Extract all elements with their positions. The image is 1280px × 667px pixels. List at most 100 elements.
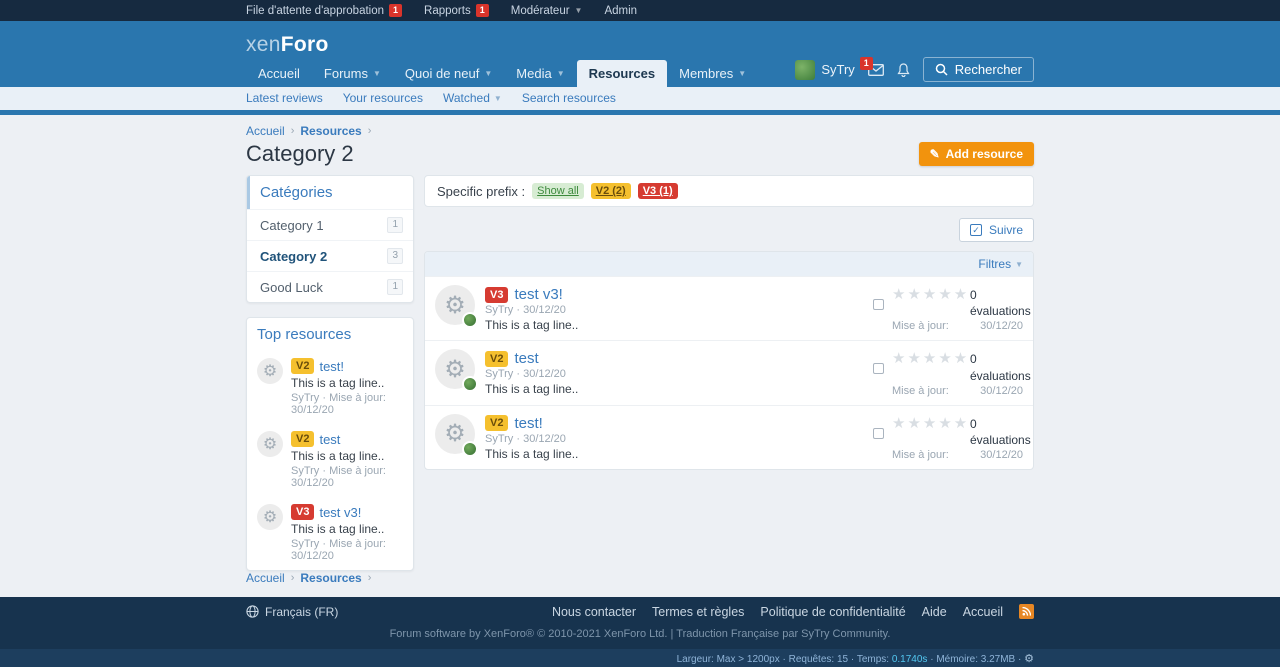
- top-resource-link[interactable]: test!: [319, 359, 344, 374]
- row-checkbox[interactable]: [873, 363, 884, 374]
- admin-label: Admin: [604, 5, 637, 17]
- admin-bar: File d'attente d'approbation 1 Rapports …: [0, 0, 1280, 21]
- updated-label: Mise à jour:: [892, 385, 949, 397]
- breadcrumb-separator: ›: [368, 125, 372, 137]
- prefix-badge-v2: V2: [485, 351, 508, 367]
- footer-link-privacy[interactable]: Politique de confidentialité: [760, 605, 905, 619]
- updated-label: Mise à jour:: [892, 320, 949, 332]
- gear-icon[interactable]: ⚙: [1024, 653, 1034, 665]
- row-checkbox[interactable]: [873, 428, 884, 439]
- breadcrumb: Accueil › Resources ›: [246, 124, 1034, 138]
- resource-list: Filtres ▼ ⚙ V3: [424, 251, 1034, 470]
- chevron-down-icon: ▼: [557, 69, 565, 78]
- prefix-filter-v2[interactable]: V2 (2): [591, 183, 631, 199]
- username: SyTry: [821, 62, 854, 77]
- subnav-search-resources[interactable]: Search resources: [522, 91, 616, 105]
- inbox-badge: 1: [860, 57, 873, 70]
- tab-whats-new[interactable]: Quoi de neuf▼: [393, 60, 504, 87]
- count-badge: 1: [387, 279, 403, 295]
- add-resource-button[interactable]: ✎ Add resource: [919, 142, 1034, 166]
- tab-members[interactable]: Membres▼: [667, 60, 758, 87]
- categories-header: Catégories: [247, 176, 413, 209]
- top-resource-meta: SyTry · Mise à jour: 30/12/20: [291, 538, 403, 562]
- top-resource-tagline: This is a tag line..: [291, 449, 403, 463]
- footer-link-terms[interactable]: Termes et règles: [652, 605, 744, 619]
- resource-stats: ★★★★★ 0 évaluations Mise à jour: 30/12/2…: [873, 414, 1023, 461]
- prefix-badge-v2: V2: [291, 431, 314, 447]
- moderator-menu[interactable]: Modérateur ▼: [511, 5, 583, 17]
- top-resource-link[interactable]: test v3!: [319, 505, 361, 520]
- review-count: 0 évaluations: [970, 287, 1022, 319]
- row-checkbox[interactable]: [873, 299, 884, 310]
- inbox-button[interactable]: 1: [868, 64, 884, 76]
- xenforo-logo[interactable]: xenForo: [246, 33, 329, 57]
- breadcrumb-resources[interactable]: Resources: [300, 124, 361, 138]
- sidebar-item-category-2[interactable]: Category 2 3: [247, 240, 413, 271]
- subnav-watched[interactable]: Watched▼: [443, 91, 502, 105]
- resource-title-link[interactable]: test!: [514, 415, 542, 432]
- alerts-button[interactable]: [897, 63, 910, 77]
- breadcrumb-home[interactable]: Accueil: [246, 571, 285, 585]
- page-title: Category 2: [246, 141, 354, 167]
- rss-icon: [1022, 607, 1031, 616]
- footer-link-contact[interactable]: Nous contacter: [552, 605, 636, 619]
- follow-button[interactable]: ✓ Suivre: [959, 218, 1034, 242]
- account-menu[interactable]: SyTry: [795, 60, 854, 80]
- breadcrumb-resources[interactable]: Resources: [300, 571, 361, 585]
- prefix-badge-v3: V3: [291, 504, 314, 520]
- resource-icon[interactable]: ⚙: [435, 349, 475, 389]
- filters-menu[interactable]: Filtres ▼: [978, 257, 1023, 271]
- tab-home[interactable]: Accueil: [246, 60, 312, 87]
- resource-row: ⚙ V2 test SyTry · 30/12/20 This is a tag…: [425, 340, 1033, 404]
- review-count: 0 évaluations: [970, 351, 1022, 383]
- resource-row: ⚙ V2 test! SyTry · 30/12/20 This is a ta…: [425, 405, 1033, 469]
- categories-block: Catégories Category 1 1 Category 2 3 Goo…: [246, 175, 414, 303]
- subnav-your-resources[interactable]: Your resources: [343, 91, 423, 105]
- reports-label: Rapports: [424, 5, 471, 17]
- approval-queue-badge: 1: [389, 4, 402, 17]
- logo-suffix: Foro: [281, 33, 329, 56]
- top-resource-meta: SyTry · Mise à jour: 30/12/20: [291, 465, 403, 489]
- resource-icon[interactable]: ⚙: [435, 285, 475, 325]
- copyright-line: Forum software by XenForo® © 2010-2021 X…: [0, 623, 1280, 649]
- prefix-filter-label: Specific prefix :: [437, 184, 525, 199]
- bell-icon: [897, 63, 910, 77]
- gear-icon: ⚙: [257, 431, 283, 457]
- reports-badge: 1: [476, 4, 489, 17]
- subnav-latest-reviews[interactable]: Latest reviews: [246, 91, 323, 105]
- debug-width: Largeur: Max > 1200px: [677, 654, 780, 665]
- globe-icon: [246, 605, 259, 618]
- rss-button[interactable]: [1019, 604, 1034, 619]
- sidebar-item-category-1[interactable]: Category 1 1: [247, 209, 413, 240]
- reports-link[interactable]: Rapports 1: [424, 4, 489, 17]
- resource-icon[interactable]: ⚙: [435, 414, 475, 454]
- breadcrumb-home[interactable]: Accueil: [246, 124, 285, 138]
- resource-title-link[interactable]: test v3!: [514, 286, 562, 303]
- approval-queue-link[interactable]: File d'attente d'approbation 1: [246, 4, 402, 17]
- top-resource-link[interactable]: test: [319, 432, 340, 447]
- top-resource-item: ⚙ V3 test v3! This is a tag line.. SyTry…: [247, 497, 413, 570]
- prefix-filter-v3[interactable]: V3 (1): [638, 183, 678, 199]
- approval-queue-label: File d'attente d'approbation: [246, 5, 384, 17]
- search-button[interactable]: Rechercher: [923, 57, 1034, 82]
- tab-media[interactable]: Media▼: [504, 60, 576, 87]
- admin-link[interactable]: Admin: [604, 5, 637, 17]
- language-chooser[interactable]: Français (FR): [246, 605, 338, 619]
- footer-link-help[interactable]: Aide: [922, 605, 947, 619]
- prefix-badge-v3: V3: [485, 287, 508, 303]
- prefix-show-all[interactable]: Show all: [532, 183, 584, 199]
- debug-time-link[interactable]: Temps: 0.1740s: [857, 654, 928, 665]
- tab-resources[interactable]: Resources: [577, 60, 667, 87]
- resource-title-link[interactable]: test: [514, 350, 538, 367]
- chevron-down-icon: ▼: [575, 6, 583, 15]
- top-resource-item: ⚙ V2 test! This is a tag line.. SyTry · …: [247, 351, 413, 424]
- updated-date: 30/12/20: [980, 385, 1023, 397]
- top-resource-item: ⚙ V2 test This is a tag line.. SyTry · M…: [247, 424, 413, 497]
- footer-link-home[interactable]: Accueil: [963, 605, 1003, 619]
- logo-prefix: xen: [246, 33, 281, 56]
- sidebar-item-good-luck[interactable]: Good Luck 1: [247, 271, 413, 302]
- rating-stars: ★★★★★: [892, 287, 970, 303]
- chevron-down-icon: ▼: [1015, 260, 1023, 269]
- resource-stats: ★★★★★ 0 évaluations Mise à jour: 30/12/2…: [873, 285, 1023, 332]
- tab-forums[interactable]: Forums▼: [312, 60, 393, 87]
